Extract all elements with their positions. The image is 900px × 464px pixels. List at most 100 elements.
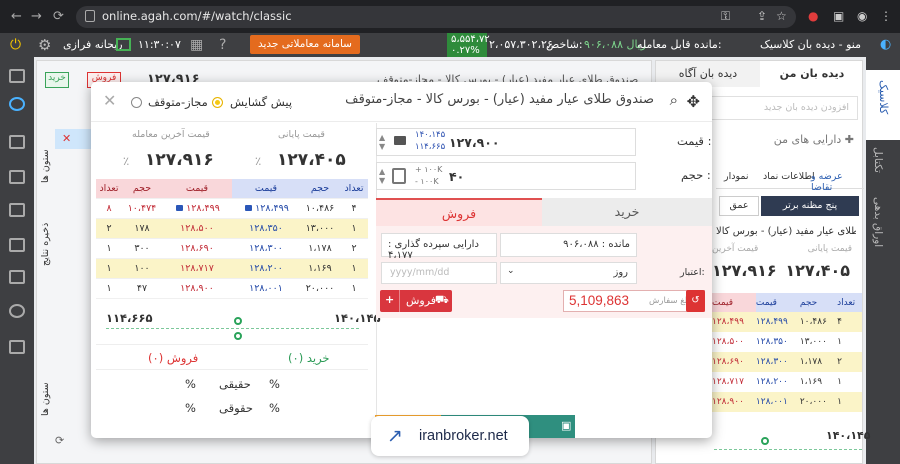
bg-slider-thumb[interactable]: [761, 437, 769, 445]
bg-ask-price[interactable]: ۱۲۸،۷۱۷: [712, 372, 756, 392]
tab-chart[interactable]: نمودار: [724, 171, 749, 182]
price-lower[interactable]: ۱۱۴،۶۶۵: [415, 141, 445, 153]
best-five-button[interactable]: پنج مظنه برتر: [761, 196, 859, 216]
forward-icon[interactable]: →: [31, 9, 42, 24]
price-range-slider[interactable]: [106, 328, 359, 329]
search-icon[interactable]: ⌕: [670, 91, 678, 109]
tab-symbol-info[interactable]: اطلاعات نماد: [763, 171, 815, 182]
tab-my-watch[interactable]: دیده بان من: [760, 61, 864, 87]
settings-icon[interactable]: ⚙: [38, 33, 51, 57]
mountain-icon[interactable]: [9, 203, 25, 217]
kadal-icon[interactable]: [9, 304, 25, 318]
bg-bid-price[interactable]: ۱۲۸،۳۵۰: [756, 332, 800, 352]
chart-icon[interactable]: [9, 69, 25, 83]
close-modal-icon[interactable]: ✕: [103, 91, 116, 110]
columns-label[interactable]: ستون ها: [40, 123, 54, 183]
columns-label-2[interactable]: ستون ها: [40, 366, 54, 416]
date-input[interactable]: yyyy/mm/dd: [381, 262, 497, 284]
depth-button[interactable]: عمق: [719, 196, 759, 216]
sidebar-tab-classic[interactable]: کلاسیک: [866, 70, 900, 140]
price-stepper-icon[interactable]: ▲ ▼: [379, 133, 385, 151]
allowed-radio[interactable]: [131, 97, 142, 108]
power-icon[interactable]: ⏻: [10, 33, 21, 57]
reload-icon[interactable]: ⟳: [53, 9, 64, 24]
refresh-icon[interactable]: ⟳: [55, 434, 64, 447]
ask-price[interactable]: ۱۲۸،۶۹۰: [162, 238, 232, 259]
volume-plus[interactable]: + ۱۰۰K: [415, 164, 442, 176]
close-icon[interactable]: ✕: [62, 132, 71, 145]
ask-price[interactable]: ۱۲۸،۷۱۷: [162, 258, 232, 279]
bid-price[interactable]: ۱۲۸،۳۵۰: [232, 218, 300, 239]
volume-minus[interactable]: - ۱۰۰K: [415, 176, 442, 188]
tab-supply-demand[interactable]: عرضه و تقاضا: [811, 171, 864, 193]
ask-price-cell[interactable]: ۱۲۸،۴۹۹: [162, 198, 232, 219]
bg-bid-price[interactable]: ۱۲۸،۳۰۰: [755, 352, 800, 372]
bookmark-star-icon[interactable]: ☆: [776, 9, 787, 23]
extensions-icon[interactable]: ▣: [833, 9, 844, 23]
monitor-icon[interactable]: [116, 38, 131, 51]
price-upper[interactable]: ۱۴۰،۱۴۵: [415, 129, 445, 141]
allowed-label: مجاز-متوقف: [148, 95, 208, 109]
list-icon[interactable]: [9, 170, 25, 184]
header-ask-price: قیمت: [162, 179, 232, 199]
user-name[interactable]: ریحانه فرازی: [63, 33, 123, 57]
index-percent: ۰.۲۷%: [451, 45, 480, 56]
slider-thumb-bottom[interactable]: [234, 332, 242, 340]
profile-icon[interactable]: ◉: [857, 9, 867, 23]
bell-icon[interactable]: [9, 97, 25, 111]
url-text: online.agah.com/#/watch/classic: [102, 9, 292, 23]
reset-icon[interactable]: ↺: [686, 290, 705, 312]
bg-last-label: قیمت آخرین: [712, 244, 759, 254]
sell-submit-button[interactable]: + فروش ⛟: [380, 290, 452, 312]
price-input[interactable]: ۱۲۷،۹۰۰: [449, 135, 500, 150]
ask-price[interactable]: ۱۲۸،۹۰۰: [162, 278, 232, 299]
bg-ask-price[interactable]: ۱۲۸،۵۰۰: [712, 332, 756, 352]
bid-price[interactable]: ۱۲۸،۳۰۰: [232, 238, 300, 259]
layout-icon[interactable]: ▦: [190, 33, 203, 57]
save-icon[interactable]: ▣: [561, 419, 571, 432]
app-title[interactable]: منو - دیده بان کلاسیک: [760, 33, 861, 57]
bid-price[interactable]: ۱۲۸،۰۰۱: [232, 278, 300, 299]
preopen-radio[interactable]: [212, 97, 223, 108]
buy-small-button[interactable]: خرید: [45, 72, 69, 88]
sidebar-tab-tabular[interactable]: تکتابل: [872, 147, 884, 173]
tab-buy[interactable]: خرید: [542, 198, 712, 226]
unlock-icon[interactable]: [394, 136, 406, 145]
calculator-icon[interactable]: [392, 168, 406, 184]
validity-select[interactable]: ⌄ روز: [500, 262, 637, 284]
report-icon[interactable]: [9, 340, 25, 354]
volume-stepper-icon[interactable]: ▲ ▼: [379, 167, 385, 185]
menu-icon[interactable]: ⋮: [880, 9, 892, 23]
move-icon[interactable]: ✥: [687, 92, 700, 111]
help-icon[interactable]: ?: [219, 33, 226, 57]
share-icon[interactable]: ⇪: [757, 9, 767, 23]
bg-ask-price[interactable]: ۱۲۸،۶۹۰: [712, 352, 756, 372]
bg-bid-price[interactable]: ۱۲۸،۲۰۰: [756, 372, 800, 392]
new-system-button[interactable]: سامانه معاملاتی جدید: [250, 35, 360, 54]
money-bag-icon[interactable]: [9, 135, 25, 149]
bid-price-cell[interactable]: ۱۲۸،۴۹۹: [232, 198, 300, 219]
save-results-label[interactable]: ذخیره نتایج: [40, 191, 54, 266]
table-icon[interactable]: [9, 238, 25, 252]
tab-sell[interactable]: فروش: [376, 198, 542, 226]
pct-real-buy: %: [269, 377, 280, 391]
site-info-icon[interactable]: [85, 10, 95, 22]
my-assets-item[interactable]: دارایی های من ✚: [774, 133, 854, 146]
slider-thumb-top[interactable]: [234, 317, 242, 325]
back-icon[interactable]: ←: [11, 9, 22, 24]
bid-count: ۱: [340, 218, 368, 239]
bid-price[interactable]: ۱۲۸،۲۰۰: [232, 258, 300, 279]
ask-price[interactable]: ۱۲۸،۵۰۰: [162, 218, 232, 239]
address-bar[interactable]: online.agah.com/#/watch/classic: [76, 6, 796, 28]
bg-bid-price[interactable]: ۱۲۸،۴۹۹: [755, 312, 800, 332]
volume-input[interactable]: ۴۰: [449, 169, 464, 184]
bg-price-slider[interactable]: [714, 449, 862, 450]
extension-icon[interactable]: ●: [808, 9, 818, 23]
bg-ask-price[interactable]: ۱۲۸،۹۰۰: [712, 392, 756, 412]
bg-ask-price[interactable]: ۱۲۸،۴۹۹: [712, 312, 756, 332]
app-logo-icon: ◐: [880, 37, 892, 52]
key-icon[interactable]: ⚿: [721, 9, 730, 24]
bg-bid-price[interactable]: ۱۲۸،۰۰۱: [755, 392, 800, 412]
news-icon[interactable]: [9, 270, 25, 284]
sidebar-tab-bonds[interactable]: اوراق بدهی: [872, 197, 884, 247]
